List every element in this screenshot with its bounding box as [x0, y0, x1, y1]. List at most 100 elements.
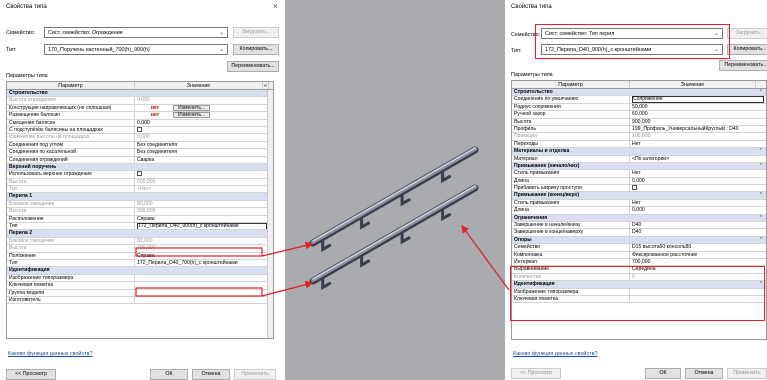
help-link[interactable]: Каково функция данных свойств?: [513, 351, 597, 357]
checkbox[interactable]: [137, 127, 142, 133]
preview-button[interactable]: << Просмотр: [511, 368, 561, 379]
parameter-row[interactable]: Высота ограждения 0,000: [7, 97, 273, 105]
group-header-row[interactable]: Опоры ⌃: [512, 236, 766, 245]
parameter-value[interactable]: D40: [630, 222, 766, 228]
parameter-row[interactable]: Длина 0,000: [512, 207, 766, 215]
parameter-value[interactable]: 199_Профиль_УниверсальныйКруглый : D40: [630, 126, 766, 132]
group-header-row[interactable]: Примыкание (конец/верх) ⌃: [512, 192, 766, 200]
rename-button[interactable]: Переименовать...: [719, 60, 767, 71]
header-tool-icon[interactable]: «: [263, 82, 269, 89]
collapse-icon[interactable]: ⌃: [759, 237, 763, 244]
load-button[interactable]: Загрузить...: [727, 28, 767, 39]
parameter-row[interactable]: Завершение в начале/внизу D40: [512, 222, 766, 230]
parameter-row[interactable]: Соединение по умолчанию Сопряжение: [512, 96, 766, 104]
parameter-value[interactable]: нет Изменить...: [135, 112, 269, 119]
collapse-icon[interactable]: ⌃: [759, 163, 763, 170]
parameter-row[interactable]: Соединения под углом Без соединителя: [7, 141, 273, 150]
parameter-row[interactable]: Профиль 199_Профиль_УниверсальныйКруглый …: [512, 125, 766, 134]
parameter-row[interactable]: Проекция 100,000: [512, 133, 766, 141]
parameter-row[interactable]: Высота 600,000: [7, 178, 273, 187]
close-icon[interactable]: ×: [273, 3, 278, 11]
parameter-row[interactable]: Боковое смещение 80,000: [7, 237, 273, 246]
help-link[interactable]: Каково функция данных свойств?: [8, 351, 92, 357]
parameter-value[interactable]: 600,000: [135, 179, 269, 185]
parameter-value[interactable]: D15 высота60 консоль80: [630, 244, 766, 250]
parameter-row[interactable]: Высота 900,000: [7, 208, 273, 216]
ok-button[interactable]: ОК: [645, 368, 681, 379]
parameter-row[interactable]: Смещение балясин 0,000: [7, 119, 273, 127]
parameter-row[interactable]: Тип <Нет>: [7, 186, 273, 194]
parameter-row[interactable]: Изменение высоты на площадках 0,000: [7, 134, 273, 142]
edit-button[interactable]: Изменить...: [173, 112, 211, 119]
parameter-row[interactable]: Материал <По категории>: [512, 155, 766, 163]
parameter-value[interactable]: Без соединителя: [135, 142, 269, 148]
parameter-value[interactable]: Сварка: [135, 157, 269, 163]
apply-button[interactable]: Применить: [727, 368, 767, 379]
parameter-row[interactable]: Завершение в конце/наверху D40: [512, 229, 766, 237]
parameter-row[interactable]: Использовать верхнее ограждение: [7, 171, 273, 179]
cancel-button[interactable]: Отмена: [685, 368, 723, 379]
group-header-row[interactable]: Материалы и отделка ⌃: [512, 148, 766, 156]
parameter-row[interactable]: Соединения ограждений Сварка: [7, 156, 273, 164]
parameter-value[interactable]: 0,000: [135, 134, 269, 140]
parameter-value[interactable]: <По категории>: [630, 156, 766, 162]
type-select[interactable]: 170_Поручень настенный_700(h)_900(h) ⌄: [44, 44, 228, 55]
parameter-row[interactable]: Семейство D15 высота60 консоль80: [512, 244, 766, 252]
group-header-row[interactable]: Верхний поручень⌃: [7, 163, 273, 172]
parameter-row[interactable]: Переходы Нет: [512, 140, 766, 149]
copy-button[interactable]: Копировать...: [233, 44, 279, 55]
parameter-value[interactable]: нет Изменить...: [135, 104, 269, 111]
parameter-value[interactable]: 0,000: [630, 207, 766, 213]
group-header-row[interactable]: Ограничения ⌃: [512, 214, 766, 223]
parameter-value[interactable]: [630, 185, 766, 191]
parameter-row[interactable]: Стиль примыкания Нет: [512, 170, 766, 178]
parameter-value[interactable]: 0,000: [135, 97, 269, 103]
parameter-value[interactable]: 700,000: [630, 259, 766, 265]
parameter-row[interactable]: Длина 0,000: [512, 177, 766, 186]
collapse-icon[interactable]: ⌃: [759, 215, 763, 222]
parameter-value[interactable]: 900,000: [630, 119, 766, 125]
group-header-row[interactable]: Примыкание (начало/низ) ⌃: [512, 162, 766, 171]
group-header-row[interactable]: Строительство⌃: [512, 89, 766, 97]
parameter-value[interactable]: Нет: [630, 141, 766, 147]
checkbox[interactable]: [632, 185, 637, 191]
parameter-row[interactable]: Тип 172_Перила_D40_900(h)_с кронштейнами: [7, 223, 273, 231]
collapse-icon[interactable]: ⌃: [759, 89, 763, 96]
parameter-row[interactable]: С подступёнок балясины на площадках: [7, 126, 273, 135]
parameter-value[interactable]: [135, 127, 269, 133]
apply-button[interactable]: Применить: [234, 369, 276, 380]
rename-button[interactable]: Переименовать...: [227, 61, 279, 72]
parameter-value[interactable]: Нет: [630, 170, 766, 176]
group-header-row[interactable]: Строительство⌃: [7, 90, 273, 98]
parameter-value[interactable]: Без соединителя: [135, 149, 269, 155]
parameter-row[interactable]: Стиль примыкания Нет: [512, 199, 766, 208]
edit-button[interactable]: Изменить...: [173, 104, 211, 111]
parameter-value[interactable]: 100,000: [630, 133, 766, 139]
parameter-value[interactable]: [135, 171, 269, 177]
parameter-row[interactable]: Размещение балясин нет Изменить...: [7, 112, 273, 120]
parameter-row[interactable]: Расположение Справа: [7, 215, 273, 224]
parameter-value[interactable]: 0,000: [630, 178, 766, 184]
group-header-row[interactable]: Перила 1⌃: [7, 193, 273, 201]
parameter-row[interactable]: Конструкция направляющих (не сплошная) не…: [7, 104, 273, 113]
scrollbar[interactable]: [267, 90, 273, 338]
parameter-row[interactable]: Соединения по касательной Без соединителя: [7, 149, 273, 157]
parameter-value[interactable]: Справа: [135, 216, 269, 222]
parameter-value[interactable]: D40: [630, 229, 766, 235]
ok-button[interactable]: ОК: [150, 369, 188, 380]
parameter-row[interactable]: Боковое смещение 80,000: [7, 200, 273, 209]
parameter-value[interactable]: <Нет>: [135, 186, 269, 192]
parameter-row[interactable]: Ручной зазор 60,000: [512, 111, 766, 119]
family-select[interactable]: Сист. семейство: Ограждение ⌄: [44, 27, 228, 38]
parameter-value[interactable]: 80,000: [135, 201, 269, 207]
parameter-value[interactable]: 50,000: [630, 104, 766, 110]
parameter-value[interactable]: 900,000: [135, 208, 269, 214]
parameter-value[interactable]: 80,000: [135, 238, 269, 244]
3d-viewport[interactable]: ◦: [285, 0, 505, 380]
preview-button[interactable]: << Просмотр: [6, 369, 56, 380]
parameter-value[interactable]: Сопряжение: [630, 96, 766, 103]
copy-button[interactable]: Копировать...: [727, 44, 767, 55]
parameter-value[interactable]: Фиксированное расстояние: [630, 252, 766, 258]
group-header-row[interactable]: Перила 2⌃: [7, 230, 273, 238]
load-button[interactable]: Загрузить...: [233, 27, 279, 38]
